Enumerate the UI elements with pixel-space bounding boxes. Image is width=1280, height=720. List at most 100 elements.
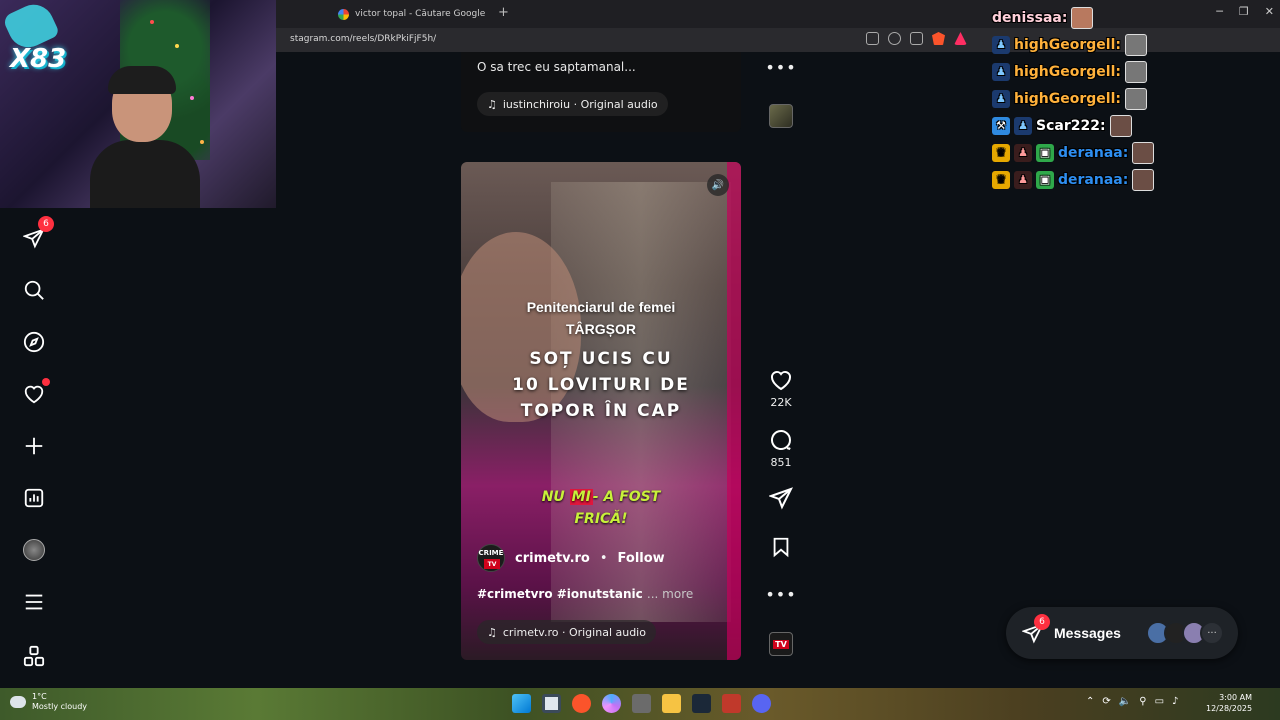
sidebar-item-menu[interactable] [20, 588, 48, 616]
previous-reel[interactable]: O sa trec eu saptamanal... ♫ iustinchiro… [461, 52, 741, 132]
steam-icon[interactable] [692, 694, 711, 713]
chat-username: highGeorgell: [1014, 90, 1121, 107]
network-icon[interactable]: ⟳ [1102, 696, 1110, 707]
chat-username: denissaa: [992, 9, 1068, 26]
more-link[interactable]: ... more [647, 587, 693, 601]
emote-icon [1109, 114, 1132, 137]
audio-label: iustinchiroiu · Original audio [502, 97, 658, 111]
badge-icon: ♟ [1014, 143, 1032, 162]
display-icon[interactable]: ▭ [1155, 696, 1164, 707]
shield-app-icon[interactable] [722, 694, 741, 713]
sidebar-item-notifications[interactable] [20, 378, 50, 408]
reel-audio-link[interactable]: ♫ iustinchiroiu · Original audio [477, 92, 668, 116]
address-bar-icons [866, 32, 967, 45]
author-name[interactable]: crimetv.ro [515, 551, 590, 566]
clock-time: 3:00 AM [1219, 693, 1252, 702]
new-tab-button[interactable]: + [498, 5, 509, 20]
more-dots-icon: ••• [765, 58, 797, 77]
chat-message: ♟ highGeorgell: [992, 31, 1262, 58]
streamer [90, 62, 200, 208]
comment-count: 851 [770, 456, 792, 469]
reel-author-row: CRIME TV crimetv.ro • Follow [477, 544, 665, 572]
like-count: 22K [770, 396, 792, 409]
chat-message: ⚒ ♟ Scar222: [992, 112, 1262, 139]
sidebar-item-dashboard[interactable] [20, 484, 48, 512]
brave-shields-icon[interactable] [932, 32, 945, 45]
author-avatar[interactable]: CRIME TV [477, 544, 505, 572]
reel-hashtags: #crimetvro #ionutstanic ... more [477, 587, 693, 601]
reel-more-button[interactable]: ••• [765, 585, 795, 604]
file-explorer-icon[interactable] [662, 694, 681, 713]
browser-tab[interactable]: victor topal - Căutare Google [330, 3, 496, 25]
sidebar-item-create[interactable] [20, 432, 48, 460]
close-button[interactable]: ✕ [1265, 5, 1274, 18]
audio-label: crimetv.ro · Original audio [502, 625, 646, 639]
audio-thumbnail[interactable]: TV [769, 632, 793, 656]
cloud-icon [10, 696, 26, 708]
speaker-icon[interactable]: 🔈 [1119, 696, 1131, 707]
app-icon[interactable] [632, 694, 651, 713]
previous-audio-thumbnail[interactable] [769, 104, 793, 128]
brave-rewards-icon[interactable] [954, 32, 967, 45]
more-apps-icon [23, 645, 45, 667]
badge-icon: ♟ [992, 35, 1010, 54]
tree-light [175, 44, 179, 48]
profile-icon [23, 539, 45, 561]
sidebar-item-messages[interactable]: 6 [20, 216, 54, 252]
weather-widget[interactable]: 1°C Mostly cloudy [10, 692, 87, 712]
sidebar-item-search[interactable] [20, 276, 48, 304]
previous-reel-more-button[interactable]: ••• [765, 58, 797, 77]
search-icon [24, 280, 44, 300]
chat-username: Scar222: [1036, 117, 1106, 134]
sidebar-item-explore[interactable] [20, 328, 48, 356]
badge-icon: ♟ [992, 62, 1010, 81]
task-view-icon[interactable] [542, 694, 561, 713]
sidebar-item-more-apps[interactable] [20, 642, 48, 670]
streamer-webcam: X83 [0, 0, 276, 208]
cast-icon[interactable] [866, 32, 879, 45]
messages-badge: 6 [1034, 614, 1050, 630]
create-icon [25, 437, 43, 455]
hammer-badge-icon: ⚒ [992, 116, 1010, 135]
zoom-icon[interactable] [888, 32, 901, 45]
google-icon [338, 8, 349, 20]
gift-badge-icon: ▣ [1036, 170, 1054, 189]
heart-icon [771, 370, 791, 391]
share-icon[interactable] [910, 32, 923, 45]
mute-button[interactable]: 🔊 [707, 174, 729, 196]
mic-icon[interactable]: ⚲ [1139, 696, 1146, 707]
discord-icon[interactable] [752, 694, 771, 713]
badge-icon: ♟ [1014, 170, 1032, 189]
taskbar-clock[interactable]: 3:00 AM 12/28/2025 [1206, 692, 1252, 714]
system-tray: ⌃ ⟳ 🔈 ⚲ ▭ ♪ [1086, 696, 1178, 707]
temperature: 1°C [32, 692, 47, 701]
chat-message: ♟ highGeorgell: [992, 85, 1262, 112]
share-icon [769, 487, 793, 510]
url-field[interactable]: stagram.com/reels/DRkPkiFjF5h/ [290, 34, 436, 44]
reel-video[interactable]: 🔊 Penitenciarul de femei TÂRGȘOR SOȚ UCI… [461, 162, 741, 660]
messages-pill[interactable]: 6 Messages ··· [1006, 607, 1238, 659]
like-button[interactable]: 22K [768, 368, 794, 409]
tray-chevron-icon[interactable]: ⌃ [1086, 696, 1094, 707]
volume-icon[interactable]: ♪ [1172, 696, 1178, 707]
follow-button[interactable]: Follow [618, 551, 665, 566]
music-note-icon: ♫ [487, 97, 497, 111]
notification-dot [42, 378, 50, 386]
sidebar-item-profile[interactable] [20, 536, 48, 564]
chat-message: ♛ ♟ ▣ deranaa: [992, 166, 1262, 193]
chat-message: denissaa: [992, 4, 1262, 31]
share-button[interactable] [768, 486, 794, 510]
reel-audio-link[interactable]: ♫ crimetv.ro · Original audio [477, 620, 656, 644]
hashtags-text[interactable]: #crimetvro #ionutstanic [477, 587, 643, 601]
brave-icon[interactable] [572, 694, 591, 713]
emote-icon [1124, 33, 1147, 56]
more-avatars: ··· [1200, 621, 1224, 645]
separator: • [599, 550, 608, 566]
windows-start-icon[interactable] [512, 694, 531, 713]
comment-button[interactable]: 851 [768, 428, 794, 469]
crown-badge-icon: ♛ [992, 143, 1010, 162]
copilot-icon[interactable] [602, 694, 621, 713]
badge-icon: ♟ [1014, 116, 1032, 135]
save-button[interactable] [768, 536, 794, 558]
emote-icon [1124, 87, 1147, 110]
